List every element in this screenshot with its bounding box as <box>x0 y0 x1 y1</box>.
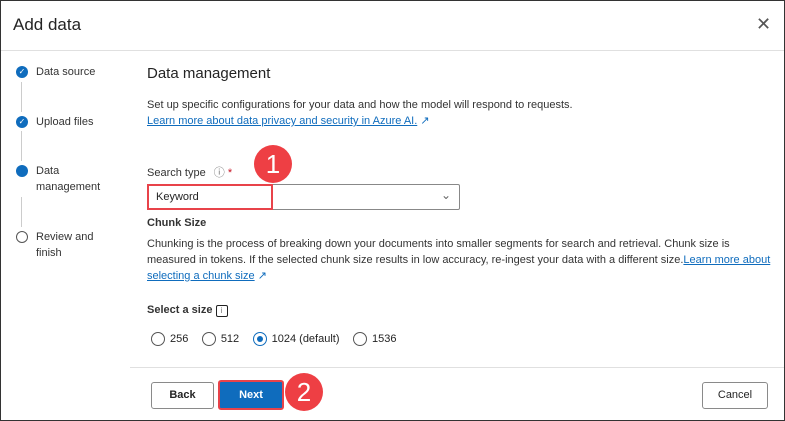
chunk-size-radio-group: 256 512 1024 (default) 1536 <box>151 332 405 351</box>
step-upload-files[interactable]: ✓ Upload files <box>16 114 93 130</box>
radio-label: 256 <box>170 333 189 345</box>
radio-1536[interactable]: 1536 <box>352 332 397 346</box>
chunk-size-heading: Chunk Size <box>147 217 207 229</box>
privacy-link[interactable]: Learn more about data privacy and securi… <box>147 115 417 127</box>
radio-512[interactable]: 512 <box>201 332 240 346</box>
step-connector <box>21 131 22 161</box>
step-connector <box>21 197 22 227</box>
step-data-management[interactable]: Data management <box>16 163 116 195</box>
search-type-label: Search type <box>147 167 206 179</box>
step-label: Data source <box>36 66 96 78</box>
step-review-finish[interactable]: Review and finish <box>16 229 116 261</box>
next-button[interactable]: Next <box>218 380 284 410</box>
pending-step-icon <box>16 231 28 243</box>
description-text: Set up specific configurations for your … <box>147 99 573 111</box>
step-label: Review and finish <box>36 231 94 259</box>
radio-label: 1536 <box>371 333 397 345</box>
current-step-icon <box>16 165 28 177</box>
check-icon: ✓ <box>16 66 28 78</box>
radio-1024[interactable]: 1024 (default) <box>252 332 340 346</box>
select-size-row: Select a size i <box>147 302 228 318</box>
back-button[interactable]: Back <box>151 382 214 409</box>
footer-divider <box>130 367 784 368</box>
page-title: Data management <box>147 65 271 82</box>
radio-circle[interactable] <box>352 332 367 346</box>
search-type-label-row: Search type ⓘ * <box>147 165 232 181</box>
info-icon[interactable]: i <box>215 305 228 317</box>
radio-circle[interactable] <box>201 332 216 346</box>
step-data-source[interactable]: ✓ Data source <box>16 64 95 80</box>
radio-circle[interactable] <box>252 332 267 346</box>
close-icon[interactable]: ✕ <box>756 14 771 35</box>
required-marker: * <box>227 167 233 179</box>
annotation-badge-2: 2 <box>285 373 323 411</box>
radio-256[interactable]: 256 <box>151 332 188 346</box>
step-label: Upload files <box>36 116 94 128</box>
dialog <box>0 0 785 421</box>
step-connector <box>21 82 22 112</box>
radio-label: 512 <box>220 333 240 345</box>
external-link-icon: ↗ <box>257 270 267 282</box>
info-icon[interactable]: ⓘ <box>214 167 225 179</box>
chunk-description: Chunking is the process of breaking down… <box>147 236 775 284</box>
external-link-icon: ↗ <box>420 115 430 127</box>
chevron-down-icon: ⌄ <box>440 188 451 202</box>
radio-label: 1024 (default) <box>271 333 340 345</box>
description: Set up specific configurations for your … <box>147 97 767 129</box>
cancel-button[interactable]: Cancel <box>702 382 768 409</box>
header-divider <box>1 50 784 51</box>
highlight-box <box>147 184 273 210</box>
step-label: Data management <box>36 165 101 193</box>
annotation-badge-1: 1 <box>254 145 292 183</box>
select-size-label: Select a size <box>147 304 213 316</box>
radio-circle[interactable] <box>151 332 165 346</box>
chunk-text: Chunking is the process of breaking down… <box>147 238 730 266</box>
dialog-title: Add data <box>13 15 82 34</box>
check-icon: ✓ <box>16 116 28 128</box>
